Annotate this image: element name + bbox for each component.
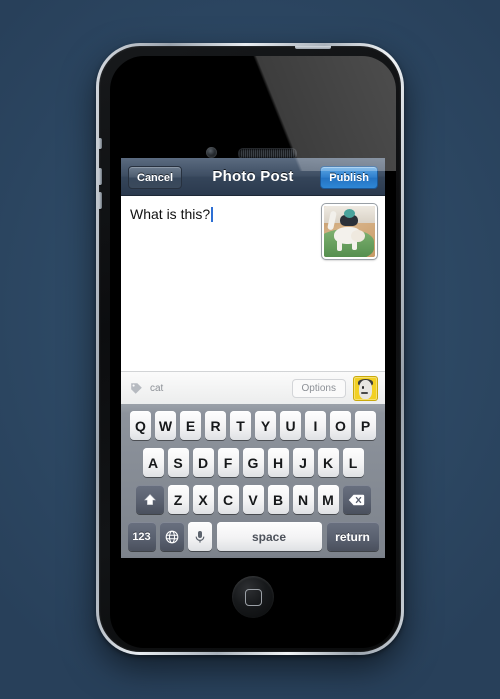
key-n[interactable]: N bbox=[292, 485, 314, 514]
keyboard-row: Z X C V B N M bbox=[121, 483, 385, 516]
power-button[interactable] bbox=[295, 46, 331, 49]
phone-body: Cancel Photo Post Publish What is this? bbox=[99, 46, 401, 652]
volume-down-button[interactable] bbox=[99, 192, 102, 209]
key-q[interactable]: Q bbox=[130, 411, 151, 440]
compose-toolbar: cat Options bbox=[121, 371, 385, 404]
avatar-eye bbox=[362, 385, 364, 389]
thumb-cat-head bbox=[351, 230, 365, 242]
front-camera-icon bbox=[206, 147, 217, 158]
key-i[interactable]: I bbox=[305, 411, 326, 440]
key-l[interactable]: L bbox=[342, 448, 364, 477]
key-j[interactable]: J bbox=[292, 448, 314, 477]
delete-key[interactable] bbox=[342, 485, 371, 514]
publish-button[interactable]: Publish bbox=[320, 166, 378, 189]
thumb-object-teal bbox=[344, 209, 355, 218]
key-r[interactable]: R bbox=[205, 411, 226, 440]
post-text-value: What is this? bbox=[130, 206, 211, 222]
keyboard-row: A S D F G H J K L bbox=[121, 446, 385, 479]
shift-key[interactable] bbox=[135, 485, 164, 514]
page-title: Photo Post bbox=[212, 168, 294, 185]
key-t[interactable]: T bbox=[230, 411, 251, 440]
home-square-icon bbox=[244, 588, 262, 606]
key-y[interactable]: Y bbox=[255, 411, 276, 440]
navigation-bar: Cancel Photo Post Publish bbox=[121, 158, 385, 196]
key-a[interactable]: A bbox=[142, 448, 164, 477]
globe-icon[interactable] bbox=[159, 522, 184, 551]
phone-screen: Cancel Photo Post Publish What is this? bbox=[121, 158, 385, 558]
keyboard-row: Q W E R T Y U I O P bbox=[121, 409, 385, 442]
key-x[interactable]: X bbox=[192, 485, 214, 514]
key-s[interactable]: S bbox=[167, 448, 189, 477]
volume-up-button[interactable] bbox=[99, 168, 102, 185]
photo-thumbnail[interactable] bbox=[322, 204, 377, 259]
numeric-key[interactable]: 123 bbox=[127, 522, 156, 551]
post-text-input[interactable]: What is this? bbox=[130, 205, 315, 223]
key-m[interactable]: M bbox=[317, 485, 339, 514]
microphone-icon[interactable] bbox=[187, 522, 212, 551]
key-v[interactable]: V bbox=[242, 485, 264, 514]
compose-area[interactable]: What is this? bbox=[121, 196, 385, 371]
onscreen-keyboard: Q W E R T Y U I O P A S D F G H J K L Z … bbox=[121, 404, 385, 558]
home-button[interactable] bbox=[232, 576, 274, 618]
text-caret bbox=[211, 207, 214, 222]
avatar[interactable] bbox=[353, 375, 378, 401]
key-h[interactable]: H bbox=[267, 448, 289, 477]
key-g[interactable]: G bbox=[242, 448, 264, 477]
avatar-mouth bbox=[361, 391, 368, 394]
key-k[interactable]: K bbox=[317, 448, 339, 477]
phone-glass: Cancel Photo Post Publish What is this? bbox=[110, 56, 396, 648]
phone-device: Cancel Photo Post Publish What is this? bbox=[96, 43, 404, 655]
key-u[interactable]: U bbox=[280, 411, 301, 440]
key-e[interactable]: E bbox=[180, 411, 201, 440]
tag-label: cat bbox=[150, 382, 164, 394]
return-key[interactable]: return bbox=[326, 522, 379, 551]
options-button[interactable]: Options bbox=[291, 378, 346, 398]
ring-silent-switch[interactable] bbox=[99, 138, 102, 149]
key-d[interactable]: D bbox=[192, 448, 214, 477]
key-o[interactable]: O bbox=[330, 411, 351, 440]
tag-icon[interactable] bbox=[130, 382, 143, 395]
cancel-button[interactable]: Cancel bbox=[128, 166, 183, 189]
key-c[interactable]: C bbox=[217, 485, 239, 514]
key-b[interactable]: B bbox=[267, 485, 289, 514]
key-z[interactable]: Z bbox=[167, 485, 189, 514]
key-f[interactable]: F bbox=[217, 448, 239, 477]
thumb-cat-leg bbox=[337, 240, 342, 251]
key-p[interactable]: P bbox=[355, 411, 376, 440]
key-w[interactable]: W bbox=[155, 411, 176, 440]
avatar-face bbox=[359, 379, 372, 399]
keyboard-row: 123 space return bbox=[121, 520, 385, 553]
space-key[interactable]: space bbox=[216, 522, 322, 551]
